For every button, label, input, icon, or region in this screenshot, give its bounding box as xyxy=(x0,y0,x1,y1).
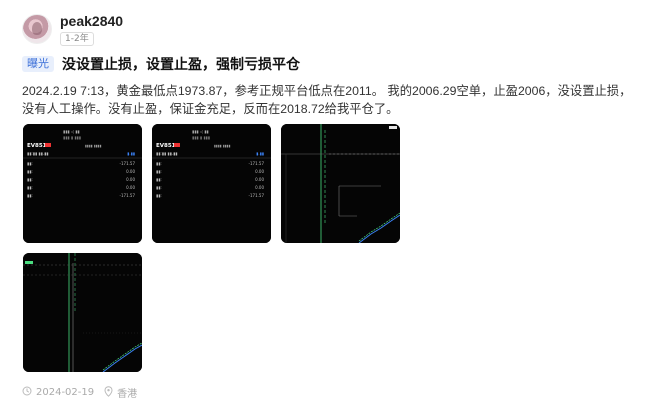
post-body-line: 没有人工操作。没有止盈，保证金充足，反而在2018.72给我平仓了。 xyxy=(22,102,399,116)
location-pin-icon xyxy=(104,385,113,400)
thumbnail-image: ▮▮▮ ◁ ▮▮ ▮▮▮ ▮ ▮▮▮ EV851 ▮▮▮▮ ▮▮▮▮ ▮▮:▮▮… xyxy=(152,124,271,243)
thumbnail-image: ▮▮▮ ◁ ▮▮ ▮▮▮ ▮ ▮▮▮ EV851 ▮▮▮▮ ▮▮▮▮ ▮▮:▮▮… xyxy=(23,124,142,243)
svg-text:-171.57: -171.57 xyxy=(249,193,265,198)
screenshot-thumbnail[interactable]: ▮▮▮ ◁ ▮▮ ▮▮▮ ▮ ▮▮▮ EV851 ▮▮▮▮ ▮▮▮▮ ▮▮:▮▮… xyxy=(23,124,142,243)
post-body-line: 2024.2.19 7:13，黄金最低点1973.87，参考正规平台低点在201… xyxy=(22,84,632,98)
svg-text:▮▮▮ ◁ ▮▮: ▮▮▮ ◁ ▮▮ xyxy=(192,129,209,134)
tenure-badge: 1-2年 xyxy=(60,31,94,46)
post-header: peak2840 1-2年 xyxy=(22,12,123,46)
thumbnail-image xyxy=(281,124,400,243)
svg-text:▮▮▮ ▮ ▮▮▮: ▮▮▮ ▮ ▮▮▮ xyxy=(192,135,210,140)
svg-text:▮▮▮ ◁ ▮▮: ▮▮▮ ◁ ▮▮ xyxy=(63,129,80,134)
svg-text:-171.57: -171.57 xyxy=(120,193,136,198)
svg-text:▮▮:▮▮ ▮▮.▮▮: ▮▮:▮▮ ▮▮.▮▮ xyxy=(156,151,178,156)
svg-text:0.00: 0.00 xyxy=(126,177,135,182)
svg-text:▮▮:: ▮▮: xyxy=(156,177,162,182)
svg-text:▮.▮▮: ▮.▮▮ xyxy=(256,151,264,156)
title-row: 曝光 没设置止损，设置止盈，强制亏损平仓 xyxy=(22,54,300,74)
category-tag[interactable]: 曝光 xyxy=(22,56,54,72)
thumbnail-image xyxy=(23,253,142,372)
screenshot-thumbnail[interactable] xyxy=(281,124,400,243)
post-location: 香港 xyxy=(117,389,138,400)
svg-text:▮▮:: ▮▮: xyxy=(156,185,162,190)
post-footer: 2024-02-19 香港 xyxy=(22,385,137,400)
svg-text:▮▮▮▮ ▮▮▮▮: ▮▮▮▮ ▮▮▮▮ xyxy=(214,144,231,148)
svg-text:▮▮:: ▮▮: xyxy=(27,169,33,174)
screenshot-thumbnail[interactable] xyxy=(23,253,142,372)
svg-text:▮▮:: ▮▮: xyxy=(156,161,162,166)
svg-text:▮▮▮ ▮ ▮▮▮: ▮▮▮ ▮ ▮▮▮ xyxy=(63,135,81,140)
symbol-label: EV851 xyxy=(156,143,176,149)
svg-text:▮▮:: ▮▮: xyxy=(156,193,162,198)
svg-text:▮▮▮▮ ▮▮▮▮: ▮▮▮▮ ▮▮▮▮ xyxy=(85,144,102,148)
screenshot-thumbnail[interactable]: ▮▮▮ ◁ ▮▮ ▮▮▮ ▮ ▮▮▮ EV851 ▮▮▮▮ ▮▮▮▮ ▮▮:▮▮… xyxy=(152,124,271,243)
svg-text:0.00: 0.00 xyxy=(126,185,135,190)
post-body: 2024.2.19 7:13，黄金最低点1973.87，参考正规平台低点在201… xyxy=(22,82,632,118)
svg-text:-171.57: -171.57 xyxy=(249,161,265,166)
svg-text:▮▮:: ▮▮: xyxy=(27,177,33,182)
post-date: 2024-02-19 xyxy=(36,387,95,398)
svg-text:▮.▮▮: ▮.▮▮ xyxy=(127,151,135,156)
post-title: 没设置止损，设置止盈，强制亏损平仓 xyxy=(62,56,300,72)
svg-text:0.00: 0.00 xyxy=(255,169,264,174)
svg-text:▮▮:: ▮▮: xyxy=(156,169,162,174)
svg-text:0.00: 0.00 xyxy=(255,177,264,182)
svg-text:-171.57: -171.57 xyxy=(120,161,136,166)
clock-icon xyxy=(22,386,32,399)
svg-text:▮▮:: ▮▮: xyxy=(27,185,33,190)
avatar[interactable] xyxy=(22,14,52,44)
user-meta: peak2840 1-2年 xyxy=(60,13,123,46)
username[interactable]: peak2840 xyxy=(60,13,123,29)
svg-text:▮▮:: ▮▮: xyxy=(27,193,33,198)
symbol-label: EV851 xyxy=(27,143,47,149)
svg-text:0.00: 0.00 xyxy=(255,185,264,190)
svg-text:0.00: 0.00 xyxy=(126,169,135,174)
svg-text:▮▮:▮▮ ▮▮.▮▮: ▮▮:▮▮ ▮▮.▮▮ xyxy=(27,151,49,156)
svg-text:▮▮:: ▮▮: xyxy=(27,161,33,166)
